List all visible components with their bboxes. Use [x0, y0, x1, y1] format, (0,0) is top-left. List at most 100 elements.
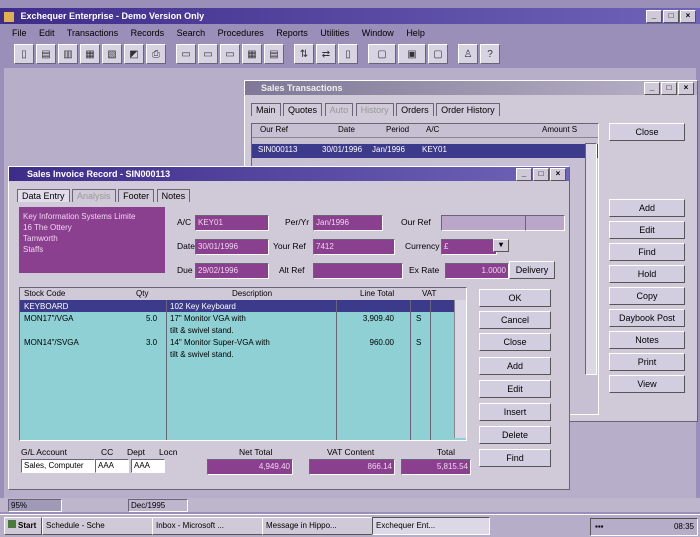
your-ref-field[interactable]: 7412 [313, 239, 395, 255]
taskbar-item-message[interactable]: Message in Hippo... [262, 517, 374, 535]
back-hold-button[interactable]: Hold [609, 265, 685, 283]
new-doc-icon[interactable]: ▯ [14, 44, 34, 64]
menu-window[interactable]: Window [362, 28, 394, 38]
printer-icon[interactable]: ⎙ [146, 44, 166, 64]
invoice-line[interactable]: tilt & swivel stand. [20, 325, 466, 336]
cc-field[interactable]: AAA [95, 459, 129, 473]
menu-utilities[interactable]: Utilities [320, 28, 349, 38]
menu-help[interactable]: Help [406, 28, 425, 38]
batch-icon[interactable]: ⇄ [316, 44, 336, 64]
invoice-line[interactable]: KEYBOARD 102 Key Keyboard [20, 301, 466, 312]
start-button[interactable]: Start [4, 517, 42, 535]
supplier-icon[interactable]: ▥ [58, 44, 78, 64]
back-find-button[interactable]: Find [609, 243, 685, 261]
grid-icon[interactable]: ▦ [242, 44, 262, 64]
taskbar-item-inbox[interactable]: Inbox - Microsoft ... [152, 517, 264, 535]
menu-transactions[interactable]: Transactions [67, 28, 118, 38]
ex-rate-field[interactable]: 1.0000 [445, 263, 509, 279]
invoice-close-button[interactable]: × [550, 168, 566, 181]
purchase-daybook-icon[interactable]: ▭ [198, 44, 218, 64]
col-description[interactable]: Description [232, 288, 272, 299]
invoice-lines-grid[interactable]: Stock Code Qty Description Line Total VA… [19, 287, 467, 441]
insert-line-button[interactable]: Insert [479, 403, 551, 421]
wizard-icon[interactable]: ♙ [458, 44, 478, 64]
gl-account-field[interactable]: Sales, Computer [21, 459, 95, 473]
invoice-line[interactable]: MON14"/SVGA 3.0 14" Monitor Super-VGA wi… [20, 337, 466, 348]
app-maximize-button[interactable]: □ [663, 10, 679, 23]
menu-reports[interactable]: Reports [276, 28, 308, 38]
invoice-line[interactable]: tilt & swivel stand. [20, 349, 466, 360]
back-maximize-button[interactable]: □ [661, 82, 677, 95]
our-ref-extra-field[interactable] [525, 215, 565, 231]
transfer-icon[interactable]: ⇅ [294, 44, 314, 64]
invoice-minimize-button[interactable]: _ [516, 168, 532, 181]
peryr-field[interactable]: Jan/1996 [313, 215, 383, 231]
tab-history[interactable]: History [355, 103, 394, 116]
delete-line-button[interactable]: Delete [479, 426, 551, 444]
table-row[interactable]: SIN000113 30/01/1996 Jan/1996 KEY01 [252, 144, 598, 158]
list-scrollbar[interactable] [585, 143, 597, 375]
col-line-total[interactable]: Line Total [360, 288, 394, 299]
menu-procedures[interactable]: Procedures [218, 28, 264, 38]
ledger-icon[interactable]: ▦ [80, 44, 100, 64]
date-field[interactable]: 30/01/1996 [195, 239, 269, 255]
tab-footer[interactable]: Footer [118, 189, 155, 202]
back-close-btn[interactable]: Close [609, 123, 685, 141]
currency-select[interactable]: £ [441, 239, 497, 255]
help-context-icon[interactable]: ? [480, 44, 500, 64]
stock-icon[interactable]: ◩ [124, 44, 144, 64]
calendar-icon[interactable]: ▤ [264, 44, 284, 64]
tab-main[interactable]: Main [251, 103, 281, 116]
tab-order-history[interactable]: Order History [436, 103, 500, 116]
col-period[interactable]: Period [386, 124, 409, 135]
tab-quotes[interactable]: Quotes [283, 103, 323, 116]
col-vat[interactable]: VAT [422, 288, 436, 299]
find-line-button[interactable]: Find [479, 449, 551, 467]
grid-vertical-scrollbar[interactable] [454, 300, 466, 438]
dept-field[interactable]: AAA [131, 459, 165, 473]
back-view-button[interactable]: View [609, 375, 685, 393]
sales-daybook-icon[interactable]: ▭ [176, 44, 196, 64]
back-minimize-button[interactable]: _ [644, 82, 660, 95]
report-icon[interactable]: ▢ [428, 44, 448, 64]
cancel-button[interactable]: Cancel [479, 311, 551, 329]
tab-data-entry[interactable]: Data Entry [17, 189, 70, 202]
menu-search[interactable]: Search [177, 28, 206, 38]
currency-dropdown-icon[interactable]: ▾ [493, 239, 509, 252]
post-icon[interactable]: ▯ [338, 44, 358, 64]
menu-edit[interactable]: Edit [39, 28, 55, 38]
tray-icons[interactable]: ▪▪▪ [595, 522, 604, 531]
col-stock-code[interactable]: Stock Code [24, 288, 65, 299]
col-ac[interactable]: A/C [426, 124, 439, 135]
ac-field[interactable]: KEY01 [195, 215, 269, 231]
back-notes-button[interactable]: Notes [609, 331, 685, 349]
due-field[interactable]: 29/02/1996 [195, 263, 269, 279]
app-minimize-button[interactable]: _ [646, 10, 662, 23]
nominal-daybook-icon[interactable]: ▭ [220, 44, 240, 64]
col-amount[interactable]: Amount S [542, 124, 577, 135]
app-close-button[interactable]: × [680, 10, 696, 23]
back-edit-button[interactable]: Edit [609, 221, 685, 239]
col-our-ref[interactable]: Our Ref [260, 124, 288, 135]
folder-icon[interactable]: ▣ [398, 44, 426, 64]
back-print-button[interactable]: Print [609, 353, 685, 371]
menu-file[interactable]: File [12, 28, 27, 38]
taskbar-item-exchequer[interactable]: Exchequer Ent... [372, 517, 490, 535]
our-ref-field[interactable] [441, 215, 527, 231]
menu-records[interactable]: Records [131, 28, 165, 38]
tab-analysis[interactable]: Analysis [72, 189, 116, 202]
back-close-button[interactable]: × [678, 82, 694, 95]
nominal-icon[interactable]: ▧ [102, 44, 122, 64]
back-daybook-post-button[interactable]: Daybook Post [609, 309, 685, 327]
col-date[interactable]: Date [338, 124, 355, 135]
alt-ref-field[interactable] [313, 263, 403, 279]
tab-notes[interactable]: Notes [156, 189, 191, 202]
edit-line-button[interactable]: Edit [479, 380, 551, 398]
ok-button[interactable]: OK [479, 289, 551, 307]
invoice-line[interactable]: MON17"/VGA 5.0 17" Monitor VGA with 3,90… [20, 313, 466, 324]
back-add-button[interactable]: Add [609, 199, 685, 217]
customer-icon[interactable]: ▤ [36, 44, 56, 64]
delivery-button[interactable]: Delivery [509, 261, 555, 279]
col-qty[interactable]: Qty [136, 288, 148, 299]
invoice-maximize-button[interactable]: □ [533, 168, 549, 181]
